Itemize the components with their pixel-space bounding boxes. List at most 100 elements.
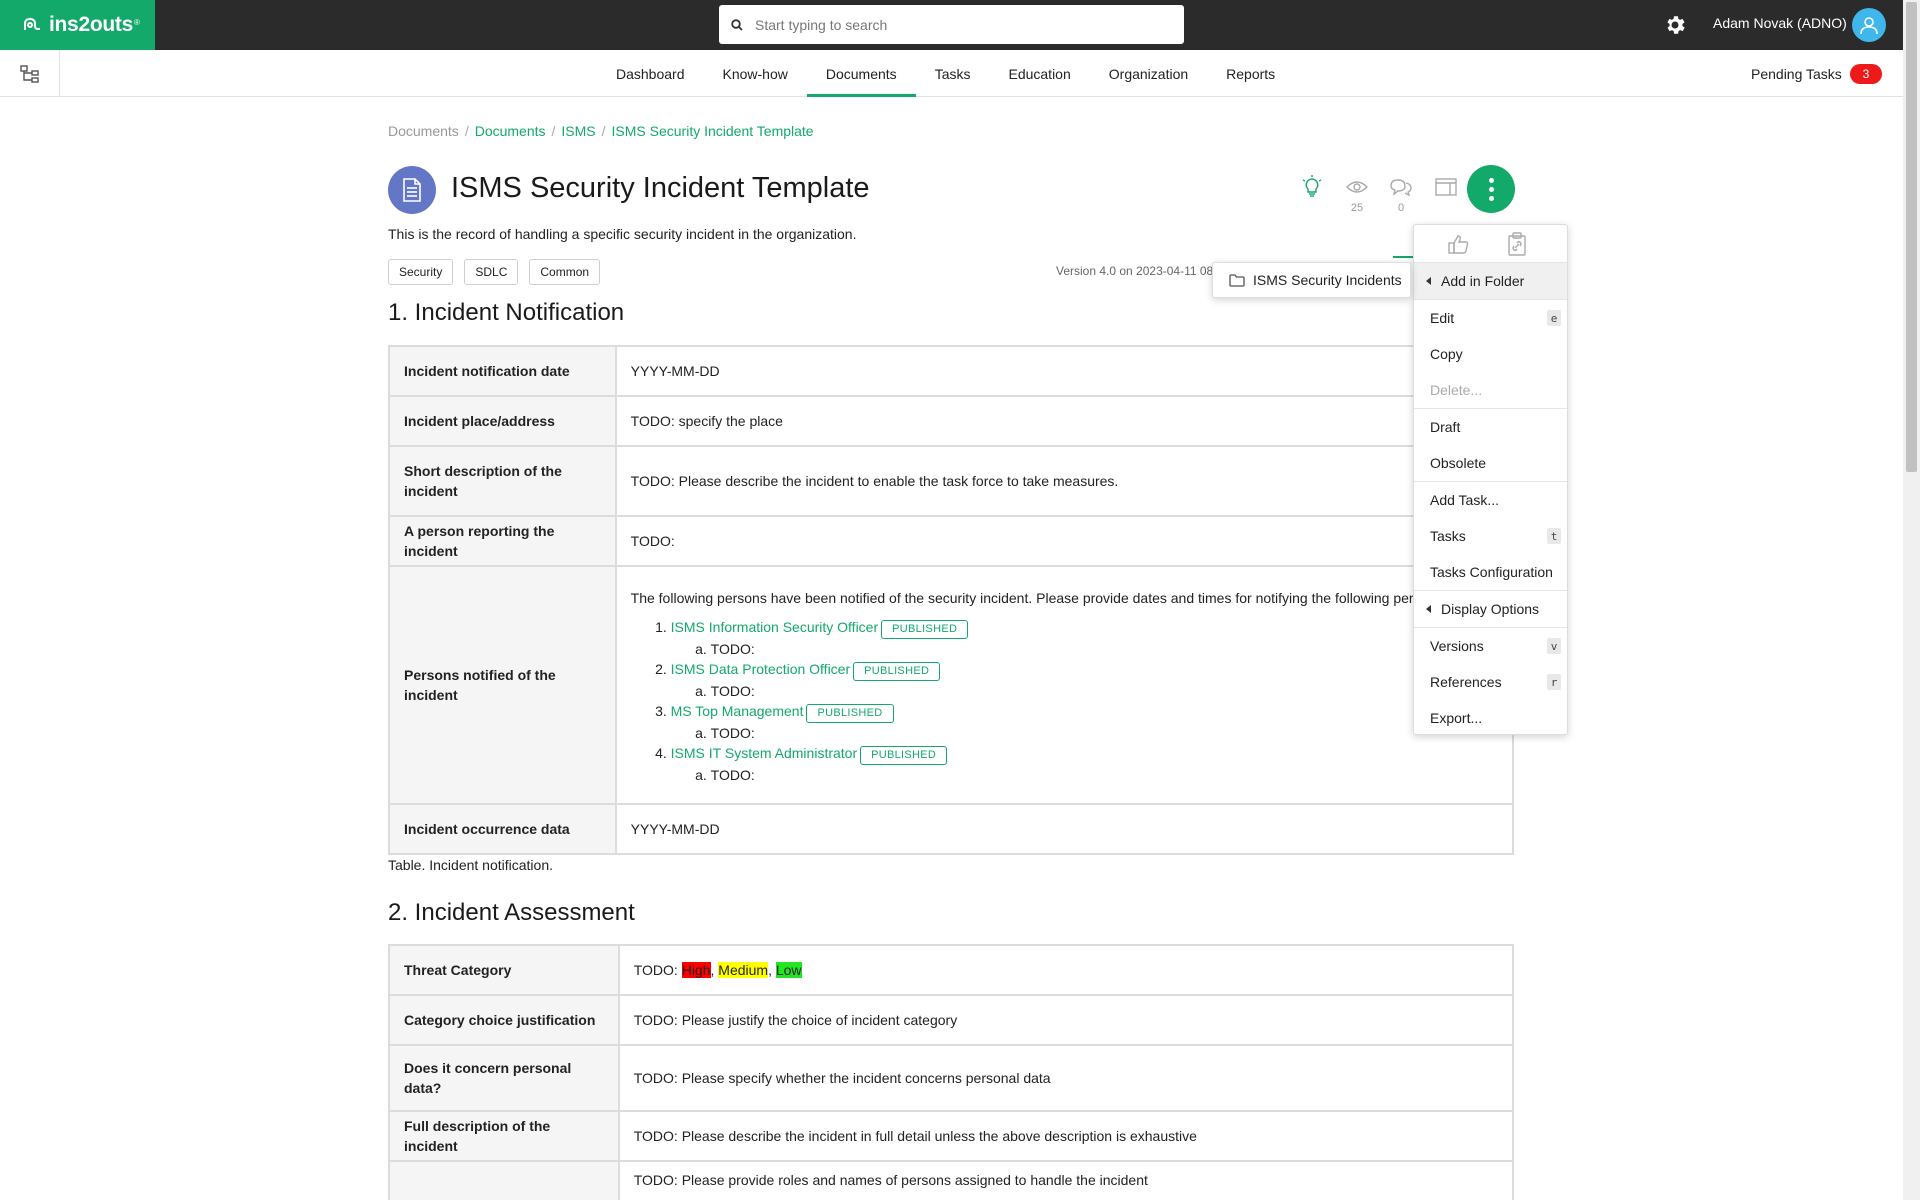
person-link[interactable]: ISMS IT System Administrator [671, 745, 857, 761]
menu-item-display-options[interactable]: Display Options [1414, 591, 1567, 627]
menu-item-tasks[interactable]: Tasks t [1414, 518, 1567, 554]
table-row: TODO: Please provide roles and names of … [388, 1160, 1515, 1200]
page-title: ISMS Security Incident Template [451, 172, 870, 204]
app-logo[interactable]: ins2outs ® [0, 0, 155, 50]
nav-tabs: Dashboard Know-how Documents Tasks Educa… [597, 50, 1294, 97]
kebab-dot [1488, 195, 1494, 201]
table-cell-label: Incident place/address [388, 395, 617, 447]
thumbs-up-icon[interactable] [1448, 234, 1470, 254]
shortcut-key: v [1547, 638, 1561, 654]
breadcrumb-root[interactable]: Documents [388, 123, 459, 139]
hierarchy-icon [19, 64, 39, 83]
caret-left-icon [1426, 277, 1431, 285]
layout-icon[interactable] [1433, 174, 1459, 200]
table-cell-label: Persons notified of the incident [388, 565, 617, 805]
breadcrumb-isms[interactable]: ISMS [561, 123, 595, 139]
list-item: MS Top ManagementPUBLISHED TODO: [671, 701, 1498, 743]
table-row: Short description of the incident TODO: … [388, 445, 1515, 517]
menu-item-versions[interactable]: Versions v [1414, 628, 1567, 664]
table-cell-label: A person reporting the incident [388, 515, 617, 567]
menu-item-add-in-folder[interactable]: Add in Folder [1414, 263, 1567, 299]
user-icon [1860, 17, 1878, 35]
menu-item-edit[interactable]: Edit e [1414, 300, 1567, 336]
lightbulb-icon[interactable] [1299, 174, 1325, 200]
page-scrollbar[interactable] [1903, 0, 1920, 1200]
menu-item-label: Add in Folder [1441, 273, 1525, 289]
nav-reports[interactable]: Reports [1207, 50, 1294, 97]
menu-item-label: Copy [1430, 346, 1463, 362]
document-icon [403, 178, 421, 202]
breadcrumb-current[interactable]: ISMS Security Incident Template [612, 123, 814, 139]
threat-category-cell: TODO: High, Medium, Low [617, 944, 1515, 996]
person-link[interactable]: ISMS Information Security Officer [671, 619, 878, 635]
menu-item-label: Tasks Configuration [1430, 564, 1553, 580]
gear-icon[interactable] [1663, 13, 1687, 37]
clipboard-link-icon[interactable] [1507, 232, 1527, 256]
tag-sdlc[interactable]: SDLC [464, 259, 519, 285]
tag-security[interactable]: Security [388, 259, 454, 285]
folder-submenu-item[interactable]: ISMS Security Incidents [1212, 262, 1411, 298]
table-cell-label: Full description of the incident [388, 1110, 620, 1162]
nav-organization[interactable]: Organization [1090, 50, 1207, 97]
document-description: This is the record of handling a specifi… [388, 226, 857, 242]
table-cell-label: Does it concern personal data? [388, 1044, 620, 1112]
avatar[interactable] [1852, 8, 1886, 42]
table-cell-label: Threat Category [388, 944, 620, 996]
comments-icon[interactable] [1388, 174, 1414, 200]
caret-left-icon [1426, 605, 1431, 613]
menu-item-delete: Delete... [1414, 372, 1567, 408]
table-cell-value: TODO: Please describe the incident in fu… [617, 1110, 1515, 1162]
menu-item-tasks-configuration[interactable]: Tasks Configuration [1414, 554, 1567, 590]
nav-education[interactable]: Education [989, 50, 1089, 97]
menu-item-label: Versions [1430, 638, 1484, 654]
pending-tasks-badge[interactable]: 3 [1850, 64, 1882, 84]
tag-common[interactable]: Common [529, 259, 601, 285]
menu-item-copy[interactable]: Copy [1414, 336, 1567, 372]
incident-notification-table: Incident notification date YYYY-MM-DD In… [388, 345, 1515, 855]
table-cell-label: Incident occurrence data [388, 803, 617, 855]
main-nav: Dashboard Know-how Documents Tasks Educa… [0, 50, 1903, 97]
table-caption: Table. Incident notification. [388, 857, 553, 873]
menu-item-draft[interactable]: Draft [1414, 409, 1567, 445]
table-cell-label [388, 1160, 620, 1200]
table-cell-value: TODO: Please justify the choice of incid… [617, 994, 1515, 1046]
threat-prefix: TODO: [633, 962, 682, 978]
menu-item-export[interactable]: Export... [1414, 700, 1567, 736]
menu-item-label: Obsolete [1430, 455, 1487, 471]
tree-view-button[interactable] [0, 50, 60, 97]
table-row: Threat Category TODO: High, Medium, Low [388, 944, 1515, 996]
search-input[interactable] [755, 16, 1155, 33]
menu-item-references[interactable]: References r [1414, 664, 1567, 700]
breadcrumb: Documents / Documents / ISMS / ISMS Security I… [388, 123, 814, 139]
nav-documents[interactable]: Documents [806, 50, 916, 97]
menu-icon-row [1414, 225, 1567, 263]
table-row: Full description of the incident TODO: P… [388, 1110, 1515, 1162]
more-actions-button[interactable] [1467, 165, 1515, 213]
nav-tasks[interactable]: Tasks [916, 50, 990, 97]
comments-count: 0 [1397, 202, 1405, 214]
user-name[interactable]: Adam Novak (ADNO) [1713, 15, 1847, 31]
list-subitem: TODO: [711, 723, 1498, 743]
shortcut-key: e [1547, 310, 1561, 326]
nav-dashboard[interactable]: Dashboard [597, 50, 704, 97]
person-link[interactable]: ISMS Data Protection Officer [671, 661, 850, 677]
hidden-button-edge [1393, 256, 1413, 258]
nav-know-how[interactable]: Know-how [704, 50, 807, 97]
folder-icon [1229, 273, 1245, 287]
scrollbar-thumb[interactable] [1906, 2, 1917, 472]
menu-item-obsolete[interactable]: Obsolete [1414, 445, 1567, 481]
eye-icon[interactable] [1344, 174, 1370, 200]
menu-item-label: Add Task... [1430, 492, 1500, 508]
version-info[interactable]: Version 4.0 on 2023-04-11 08 [1056, 264, 1213, 278]
threat-medium: Medium [718, 962, 769, 978]
top-bar: ins2outs® Adam Novak (ADNO) [0, 0, 1903, 50]
search-box[interactable] [719, 5, 1184, 44]
logo-mark-icon [24, 17, 40, 30]
breadcrumb-documents[interactable]: Documents [475, 123, 546, 139]
incident-assessment-table: Threat Category TODO: High, Medium, Low … [388, 944, 1515, 1200]
person-link[interactable]: MS Top Management [671, 703, 804, 719]
table-row: Incident occurrence data YYYY-MM-DD [388, 803, 1515, 855]
menu-item-add-task[interactable]: Add Task... [1414, 482, 1567, 518]
pending-tasks-link[interactable]: Pending Tasks [1751, 66, 1842, 82]
table-cell-value: TODO: Please provide roles and names of … [617, 1160, 1515, 1200]
